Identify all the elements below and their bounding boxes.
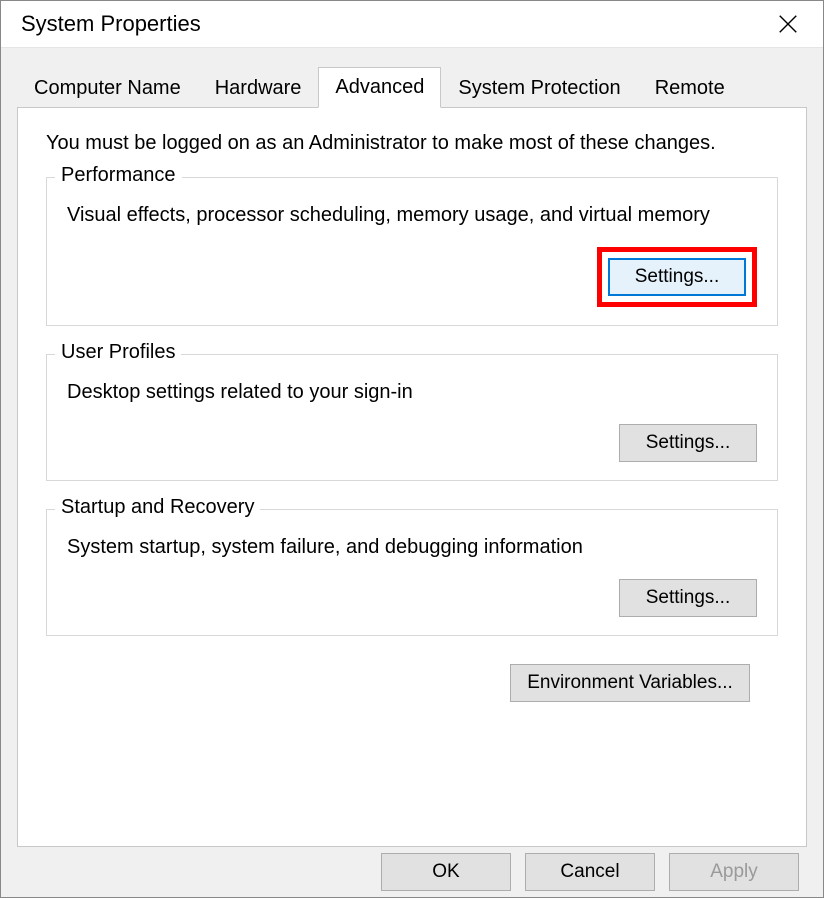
performance-desc: Visual effects, processor scheduling, me… — [67, 202, 757, 229]
performance-settings-button[interactable]: Settings... — [608, 258, 746, 296]
ok-button[interactable]: OK — [381, 853, 511, 891]
environment-variables-button[interactable]: Environment Variables... — [510, 664, 750, 702]
close-icon — [777, 13, 799, 35]
cancel-button[interactable]: Cancel — [525, 853, 655, 891]
performance-button-row: Settings... — [67, 247, 757, 307]
tab-system-protection[interactable]: System Protection — [441, 68, 637, 108]
user-profiles-desc: Desktop settings related to your sign-in — [67, 379, 757, 406]
env-vars-row: Environment Variables... — [46, 664, 778, 702]
tab-panel-advanced: You must be logged on as an Administrato… — [17, 107, 807, 847]
user-profiles-legend: User Profiles — [55, 341, 181, 364]
admin-intro-text: You must be logged on as an Administrato… — [46, 132, 778, 155]
titlebar: System Properties — [1, 1, 823, 48]
tab-computer-name[interactable]: Computer Name — [17, 68, 198, 108]
close-button[interactable] — [765, 1, 811, 47]
dialog-body: Computer Name Hardware Advanced System P… — [1, 48, 823, 847]
user-profiles-settings-button[interactable]: Settings... — [619, 424, 757, 462]
tab-strip: Computer Name Hardware Advanced System P… — [17, 66, 807, 107]
apply-button[interactable]: Apply — [669, 853, 799, 891]
user-profiles-button-row: Settings... — [67, 424, 757, 462]
user-profiles-group: User Profiles Desktop settings related t… — [46, 354, 778, 481]
startup-legend: Startup and Recovery — [55, 496, 260, 519]
tab-remote[interactable]: Remote — [638, 68, 742, 108]
startup-button-row: Settings... — [67, 579, 757, 617]
performance-legend: Performance — [55, 164, 182, 187]
startup-settings-button[interactable]: Settings... — [619, 579, 757, 617]
tab-hardware[interactable]: Hardware — [198, 68, 319, 108]
dialog-footer: OK Cancel Apply — [1, 847, 823, 897]
performance-group: Performance Visual effects, processor sc… — [46, 177, 778, 326]
tab-advanced[interactable]: Advanced — [318, 67, 441, 108]
window-title: System Properties — [21, 11, 201, 37]
system-properties-window: System Properties Computer Name Hardware… — [0, 0, 824, 898]
startup-desc: System startup, system failure, and debu… — [67, 534, 757, 561]
startup-recovery-group: Startup and Recovery System startup, sys… — [46, 509, 778, 636]
annotation-highlight: Settings... — [597, 247, 757, 307]
